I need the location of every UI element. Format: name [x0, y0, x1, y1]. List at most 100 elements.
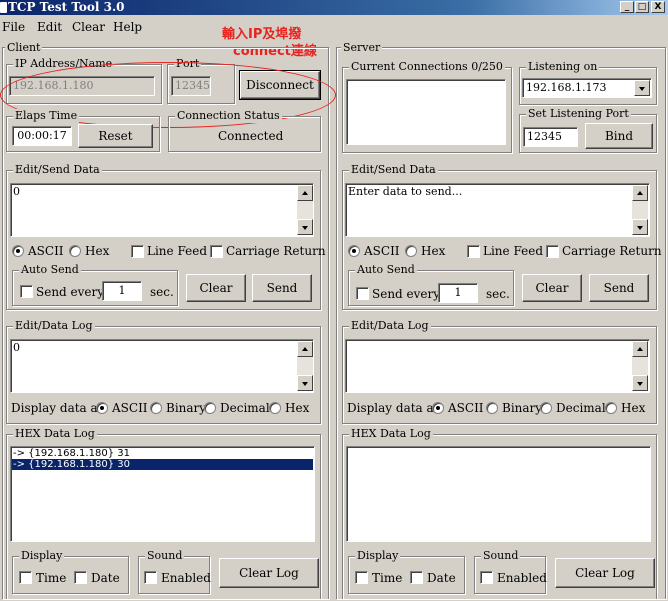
client-log-binary-radio[interactable] — [150, 402, 162, 414]
server-send-scrollbar[interactable] — [632, 185, 648, 235]
server-line-feed-checkbox[interactable] — [467, 245, 480, 258]
server-interval-input[interactable]: 1 — [438, 283, 478, 303]
client-log-decimal-radio[interactable] — [204, 402, 216, 414]
client-log-ascii-radio[interactable] — [96, 402, 108, 414]
server-send-hex-radio[interactable] — [405, 245, 417, 257]
scroll-down-icon[interactable] — [632, 375, 648, 391]
client-hexlog-label: HEX Data Log — [13, 427, 97, 441]
server-log-ascii-radio[interactable] — [432, 402, 444, 414]
client-interval-input[interactable]: 1 — [102, 281, 142, 301]
server-log-ascii-label: ASCII — [448, 401, 484, 415]
title-bar: TCP Test Tool 3.0 _ □ X — [0, 0, 668, 15]
bind-button[interactable]: Bind — [585, 123, 653, 149]
server-send-ascii-radio[interactable] — [348, 245, 360, 257]
client-display-label: Display — [19, 549, 65, 563]
elaps-time-label: Elaps Time — [13, 109, 80, 123]
connection-status-value: Connected — [218, 129, 284, 143]
server-time-label: Time — [372, 571, 403, 585]
client-carriage-return-checkbox[interactable] — [210, 245, 223, 258]
server-log-binary-label: Binary — [502, 401, 543, 415]
client-log-scrollbar[interactable] — [297, 341, 313, 391]
server-log-binary-radio[interactable] — [486, 402, 498, 414]
current-connections-label: Current Connections 0/250 — [349, 60, 505, 74]
server-clear-log-button[interactable]: Clear Log — [555, 558, 655, 588]
client-send-ascii-label: ASCII — [28, 244, 64, 258]
client-clear-button[interactable]: Clear — [186, 274, 246, 302]
server-log-hex-radio[interactable] — [605, 402, 617, 414]
server-sec-label: sec. — [486, 287, 510, 301]
client-auto-send-label: Auto Send — [19, 263, 81, 277]
server-log-decimal-radio[interactable] — [540, 402, 552, 414]
server-hexlog-list[interactable] — [346, 446, 651, 542]
client-date-checkbox[interactable] — [74, 571, 87, 584]
scroll-down-icon[interactable] — [632, 219, 648, 235]
server-clear-button[interactable]: Clear — [522, 274, 582, 302]
server-log-hex-label: Hex — [621, 401, 646, 415]
client-send-button[interactable]: Send — [252, 274, 312, 302]
client-log-hex-label: Hex — [285, 401, 310, 415]
server-enabled-checkbox[interactable] — [480, 571, 493, 584]
scroll-down-icon[interactable] — [297, 375, 313, 391]
client-clear-log-button[interactable]: Clear Log — [219, 558, 319, 588]
client-sec-label: sec. — [150, 285, 174, 299]
client-send-every-checkbox[interactable] — [20, 285, 33, 298]
dropdown-arrow-icon[interactable] — [634, 80, 650, 96]
server-send-label: Edit/Send Data — [349, 163, 438, 177]
client-time-label: Time — [36, 571, 67, 585]
client-enabled-checkbox[interactable] — [144, 571, 157, 584]
list-item[interactable]: -> {192.168.1.180} 31 — [12, 448, 313, 459]
elaps-time-field: 00:00:17 — [12, 126, 72, 146]
server-send-every-label: Send every — [372, 287, 441, 301]
server-send-hex-label: Hex — [421, 244, 446, 258]
client-group-label: Client — [5, 41, 43, 55]
close-button[interactable]: X — [651, 1, 665, 13]
scroll-down-icon[interactable] — [297, 219, 313, 235]
client-log-ascii-label: ASCII — [112, 401, 148, 415]
client-send-ascii-radio[interactable] — [12, 245, 24, 257]
scroll-up-icon[interactable] — [297, 341, 313, 357]
server-log-textarea[interactable] — [345, 339, 650, 393]
minimize-button[interactable]: _ — [620, 1, 634, 13]
server-enabled-label: Enabled — [497, 571, 547, 585]
server-sound-label: Sound — [481, 549, 521, 563]
menu-clear[interactable]: Clear — [72, 20, 105, 34]
client-enabled-label: Enabled — [161, 571, 211, 585]
server-line-feed-label: Line Feed — [483, 244, 544, 258]
server-date-checkbox[interactable] — [410, 571, 423, 584]
client-carriage-return-label: Carriage Return — [226, 244, 326, 258]
menu-bar: File Edit Clear Help — [0, 16, 668, 38]
menu-file[interactable]: File — [2, 20, 25, 34]
reset-button[interactable]: Reset — [78, 124, 153, 148]
listening-on-label: Listening on — [526, 60, 600, 74]
client-send-scrollbar[interactable] — [297, 185, 313, 235]
connections-list[interactable] — [346, 79, 506, 145]
window-title: TCP Test Tool 3.0 — [8, 0, 125, 14]
server-display-as-label: Display data as: — [347, 401, 444, 415]
server-time-checkbox[interactable] — [355, 571, 368, 584]
listening-on-select[interactable]: 192.168.1.173 — [522, 78, 652, 98]
menu-edit[interactable]: Edit — [37, 20, 62, 34]
server-display-label: Display — [355, 549, 401, 563]
server-port-input[interactable]: 12345 — [523, 127, 578, 147]
client-log-decimal-label: Decimal — [220, 401, 270, 415]
client-log-hex-radio[interactable] — [269, 402, 281, 414]
client-send-textarea[interactable]: 0 — [10, 183, 314, 237]
server-carriage-return-checkbox[interactable] — [546, 245, 559, 258]
scroll-up-icon[interactable] — [297, 185, 313, 201]
maximize-button[interactable]: □ — [635, 1, 649, 13]
list-item[interactable]: -> {192.168.1.180} 30 — [12, 459, 313, 470]
menu-help[interactable]: Help — [113, 20, 142, 34]
client-hexlog-list[interactable]: -> {192.168.1.180} 31 -> {192.168.1.180}… — [10, 446, 315, 542]
server-date-label: Date — [427, 571, 456, 585]
client-send-hex-radio[interactable] — [69, 245, 81, 257]
scroll-up-icon[interactable] — [632, 341, 648, 357]
client-log-textarea[interactable]: 0 — [10, 339, 314, 393]
server-send-textarea[interactable]: Enter data to send... — [345, 183, 650, 237]
server-send-every-checkbox[interactable] — [356, 287, 369, 300]
client-line-feed-checkbox[interactable] — [131, 245, 144, 258]
server-send-ascii-label: ASCII — [364, 244, 400, 258]
server-send-button[interactable]: Send — [589, 274, 649, 302]
server-log-scrollbar[interactable] — [632, 341, 648, 391]
client-time-checkbox[interactable] — [19, 571, 32, 584]
scroll-up-icon[interactable] — [632, 185, 648, 201]
